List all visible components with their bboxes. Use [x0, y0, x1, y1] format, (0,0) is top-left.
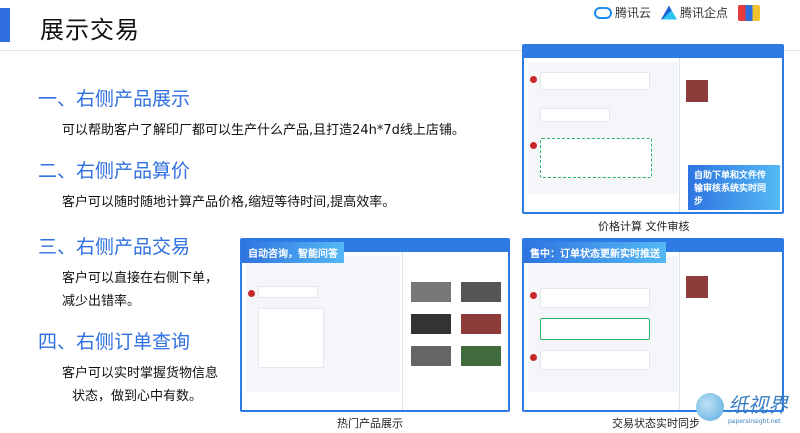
audit-bubble	[540, 138, 652, 178]
product-thumbnail	[410, 282, 451, 302]
tencent-qidian-logo: 腾讯企点	[660, 4, 728, 21]
section-text: 客户可以实时掌握货物信息 状态，做到心中有数。	[62, 362, 218, 408]
chat-panel	[528, 256, 678, 392]
cloud-icon	[593, 6, 612, 19]
chat-bubble	[540, 288, 650, 308]
avatar	[530, 76, 537, 83]
screenshot-caption: 价格计算 文件审核	[598, 220, 690, 233]
section-line: 客户可以实时掌握货物信息	[62, 366, 219, 381]
logo-bar: 腾讯云 腾讯企点	[593, 4, 760, 21]
section-heading: 四、右侧订单查询	[38, 331, 191, 353]
peak-icon	[660, 5, 677, 20]
status-bubble	[540, 318, 650, 340]
watermark: 纸视界 papersinsight.net	[696, 389, 788, 425]
product-thumbnail	[410, 314, 451, 334]
screenshot-caption: 交易状态实时同步	[612, 417, 700, 430]
chat-panel	[246, 256, 401, 392]
partner-box-icon	[738, 4, 760, 21]
page-title: 展示交易	[40, 16, 140, 44]
screen-banner: 自动咨询，智能问答	[242, 242, 344, 263]
section-product-display: 一、右侧产品展示 可以帮助客户了解印厂都可以生产什么产品,且打造24h*7d线上…	[38, 84, 465, 142]
tencent-cloud-logo: 腾讯云	[593, 4, 651, 21]
section-text: 客户可以随时随地计算产品价格,缩短等待时间,提高效率。	[62, 191, 395, 214]
section-heading: 一、右侧产品展示	[38, 88, 191, 110]
section-text: 可以帮助客户了解印厂都可以生产什么产品,且打造24h*7d线上店铺。	[62, 119, 465, 142]
section-line: 客户可以直接在右侧下单，	[62, 271, 219, 286]
chat-bubble	[258, 286, 318, 298]
screenshot-price-calc: 自助下单和文件传输审核系统实时同步	[522, 44, 784, 214]
section-heading: 二、右侧产品算价	[38, 160, 191, 182]
screenshot-order-status: 售中：订单状态更新实时推送	[522, 238, 784, 412]
avatar	[530, 142, 537, 149]
screenshot-caption: 热门产品展示	[337, 417, 403, 430]
screenshot-hot-products: 自动咨询，智能问答	[240, 238, 510, 412]
avatar	[530, 292, 537, 299]
product-thumbnail	[460, 282, 501, 302]
section-text: 客户可以直接在右侧下单， 减少出错率。	[62, 267, 218, 313]
window-title-bar	[524, 46, 782, 58]
section-line: 客户可以随时随地计算产品价格,缩短等待时间,提高效率。	[62, 195, 396, 210]
chat-bubble	[540, 72, 650, 90]
chat-bubble	[540, 350, 650, 370]
product-side-panel	[678, 252, 782, 410]
watermark-url: papersinsight.net	[728, 418, 781, 425]
product-side-panel	[401, 252, 508, 410]
section-heading: 三、右侧产品交易	[38, 236, 191, 258]
section-order-query: 四、右侧订单查询 客户可以实时掌握货物信息 状态，做到心中有数。	[38, 327, 218, 408]
chat-panel	[528, 62, 678, 194]
section-line: 可以帮助客户了解印厂都可以生产什么产品,且打造24h*7d线上店铺。	[62, 123, 465, 138]
avatar	[248, 290, 255, 297]
product-thumbnail	[460, 346, 501, 366]
watermark-leaf-icon	[696, 393, 724, 421]
product-thumbnail	[685, 276, 708, 298]
watermark-text: 纸视界	[728, 393, 788, 417]
section-line: 减少出错率。	[62, 294, 141, 309]
file-bubble	[540, 108, 610, 122]
screen-banner: 售中：订单状态更新实时推送	[524, 242, 666, 263]
product-thumbnail	[685, 80, 708, 102]
section-trading: 三、右侧产品交易 客户可以直接在右侧下单， 减少出错率。	[38, 232, 218, 313]
menu-bubble	[258, 308, 324, 368]
section-line: 状态，做到心中有数。	[72, 389, 203, 404]
section-price-calc: 二、右侧产品算价 客户可以随时随地计算产品价格,缩短等待时间,提高效率。	[38, 156, 395, 214]
product-thumbnail	[460, 314, 501, 334]
tencent-cloud-label: 腾讯云	[614, 6, 651, 20]
title-accent-bar	[0, 8, 10, 42]
tencent-qidian-label: 腾讯企点	[679, 6, 728, 20]
product-thumbnail	[410, 346, 451, 366]
avatar	[530, 354, 537, 361]
screen-banner: 自助下单和文件传输审核系统实时同步	[688, 165, 780, 210]
